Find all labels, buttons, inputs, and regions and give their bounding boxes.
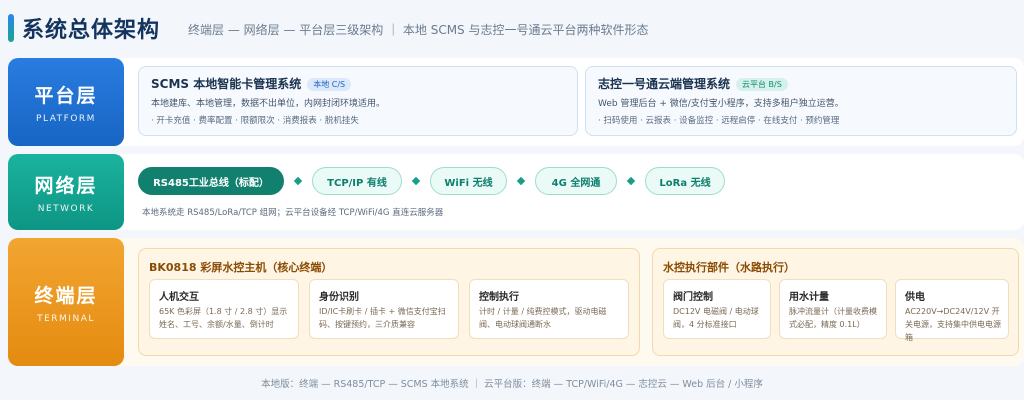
scms-card-desc: 本地建库、本地管理，数据不出单位，内网封闭环境适用。 [151, 99, 386, 109]
exec-group-title: 水控执行部件（水路执行） [663, 261, 795, 274]
identity-card-desc: ID/IC卡刷卡 / 插卡 + 微信支付宝扫码、按键预约，三介质兼容 [319, 307, 446, 329]
cloud-system-card: 志控一号通云端管理系统 云平台 B/S Web 管理后台 + 微信/支付宝小程序，… [585, 66, 1017, 136]
title-accent-bar [8, 14, 14, 42]
connector-diamond-icon [626, 176, 636, 186]
metering-card: 用水计量 脉冲流量计（计量收费模式必配，精度 0.1L） [779, 279, 887, 339]
connector-diamond-icon [516, 176, 526, 186]
host-group-title: BK0818 彩屏水控主机（核心终端） [149, 261, 333, 274]
identity-card-title: 身份识别 [319, 292, 359, 303]
cloud-card-title: 志控一号通云端管理系统 云平台 B/S [598, 75, 788, 92]
network-note: 本地系统走 RS485/LoRa/TCP 组网；云平台设备经 TCP/WiFi/… [142, 208, 444, 218]
network-protocol-list: RS485工业总线（标配） TCP/IP 有线 WiFi 无线 4G 全网通 L… [138, 167, 725, 195]
terminal-layer: 终端层 TERMINAL BK0818 彩屏水控主机（核心终端） 人机交互 65… [8, 238, 1024, 366]
cloud-card-features: · 扫码使用 · 云报表 · 设备监控 · 远程启停 · 在线支付 · 预约管理 [598, 116, 840, 126]
valve-card-title: 阀门控制 [673, 292, 713, 303]
scms-card-title: SCMS 本地智能卡管理系统 本地 C/S [151, 75, 352, 92]
power-card-desc: AC220V→DC24V/12V 开关电源，支持集中供电电源箱 [905, 307, 1001, 342]
pill-rs485: RS485工业总线（标配） [138, 167, 284, 195]
execution-parts-group: 水控执行部件（水路执行） 阀门控制 DC12V 电磁阀 / 电动球阀，4 分标准… [652, 248, 1019, 356]
host-unit-group: BK0818 彩屏水控主机（核心终端） 人机交互 65K 色彩屏（1.8 寸 /… [138, 248, 640, 356]
footer-note: 本地版：终端 — RS485/TCP — SCMS 本地系统 ｜ 云平台版：终端… [261, 379, 763, 390]
scms-title-text: SCMS 本地智能卡管理系统 [151, 77, 302, 91]
valve-card: 阀门控制 DC12V 电磁阀 / 电动球阀，4 分标准接口 [663, 279, 771, 339]
platform-layer: 平台层 PLATFORM SCMS 本地智能卡管理系统 本地 C/S 本地建库、本… [8, 58, 1024, 146]
power-card: 供电 AC220V→DC24V/12V 开关电源，支持集中供电电源箱 [895, 279, 1009, 342]
pill-4g: 4G 全网通 [535, 167, 617, 195]
page-title: 系统总体架构 [22, 18, 161, 43]
connector-diamond-icon [411, 176, 421, 186]
platform-layer-name: 平台层 [34, 84, 98, 107]
platform-layer-label: 平台层 PLATFORM [8, 58, 124, 146]
platform-layer-en: PLATFORM [36, 113, 96, 124]
pill-tcpip: TCP/IP 有线 [312, 167, 402, 195]
scms-local-system-card: SCMS 本地智能卡管理系统 本地 C/S 本地建库、本地管理，数据不出单位，内网… [138, 66, 578, 136]
hmi-card-desc: 65K 色彩屏（1.8 寸 / 2.8 寸）显示姓名、工号、余额/水量、倒计时 [159, 307, 288, 329]
control-card-desc: 计时 / 计量 / 纯费控模式，驱动电磁阀、电动球阀通断水 [479, 307, 607, 329]
terminal-layer-name: 终端层 [34, 284, 98, 307]
network-layer-name: 网络层 [34, 174, 98, 197]
control-card: 控制执行 计时 / 计量 / 纯费控模式，驱动电磁阀、电动球阀通断水 [469, 279, 629, 339]
terminal-layer-en: TERMINAL [37, 313, 95, 324]
connector-diamond-icon [293, 176, 303, 186]
page-subtitle: 终端层 — 网络层 — 平台层三级架构 ｜ 本地 SCMS 与志控一号通云平台两… [188, 23, 649, 37]
cloud-tag-badge: 云平台 B/S [736, 78, 788, 91]
control-card-title: 控制执行 [479, 292, 519, 303]
identity-card: 身份识别 ID/IC卡刷卡 / 插卡 + 微信支付宝扫码、按键预约，三介质兼容 [309, 279, 459, 339]
power-card-title: 供电 [905, 292, 925, 303]
network-layer-label: 网络层 NETWORK [8, 154, 124, 230]
hmi-card-title: 人机交互 [159, 292, 199, 303]
hmi-card: 人机交互 65K 色彩屏（1.8 寸 / 2.8 寸）显示姓名、工号、余额/水量… [149, 279, 299, 339]
terminal-layer-label: 终端层 TERMINAL [8, 238, 124, 366]
metering-card-title: 用水计量 [789, 292, 829, 303]
pill-lora: LoRa 无线 [645, 167, 725, 195]
scms-card-features: · 开卡充值 · 费率配置 · 限额限次 · 消费报表 · 脱机挂失 [151, 116, 359, 126]
network-layer-en: NETWORK [37, 203, 95, 214]
valve-card-desc: DC12V 电磁阀 / 电动球阀，4 分标准接口 [673, 307, 759, 329]
metering-card-desc: 脉冲流量计（计量收费模式必配，精度 0.1L） [789, 307, 877, 329]
scms-tag-badge: 本地 C/S [307, 78, 352, 91]
pill-wifi: WiFi 无线 [430, 167, 507, 195]
cloud-card-desc: Web 管理后台 + 微信/支付宝小程序，支持多租户独立运营。 [598, 99, 844, 109]
page-header: 系统总体架构 终端层 — 网络层 — 平台层三级架构 ｜ 本地 SCMS 与志控… [0, 0, 1024, 56]
network-layer: 网络层 NETWORK RS485工业总线（标配） TCP/IP 有线 WiFi… [8, 154, 1024, 230]
cloud-title-text: 志控一号通云端管理系统 [598, 77, 731, 91]
